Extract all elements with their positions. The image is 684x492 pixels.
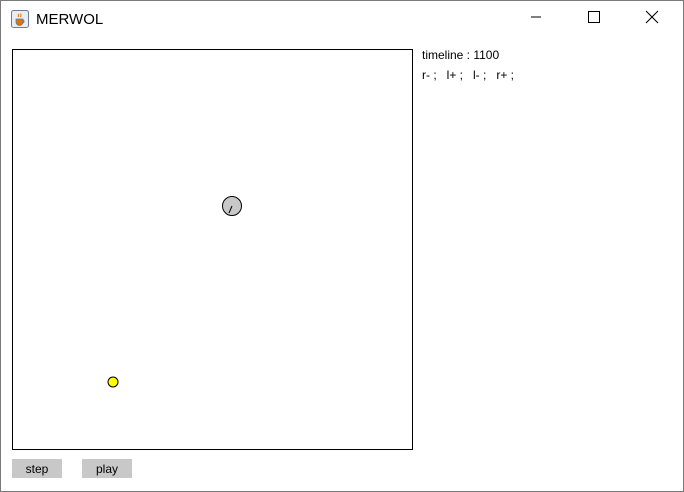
simulation-svg	[107, 196, 242, 388]
simulation-canvas[interactable]	[12, 49, 413, 450]
maximize-button[interactable]	[565, 1, 623, 37]
food-pellet	[107, 376, 119, 388]
play-button[interactable]: play	[82, 459, 132, 478]
minimize-button[interactable]	[507, 1, 565, 37]
close-button[interactable]	[623, 1, 681, 37]
close-icon	[645, 10, 659, 29]
application-window: MERWOL timeline : 1100 r- ; l+ ; l- ; r+…	[0, 0, 684, 492]
minimize-icon	[530, 10, 542, 28]
timeline-label: timeline : 1100	[422, 48, 500, 62]
title-bar[interactable]: MERWOL	[1, 1, 683, 37]
step-button[interactable]: step	[12, 459, 62, 478]
agent	[222, 196, 242, 216]
window-title: MERWOL	[36, 11, 104, 28]
java-cup-icon	[11, 10, 29, 28]
maximize-icon	[588, 10, 600, 28]
key-state-label: r- ; l+ ; l- ; r+ ;	[422, 68, 515, 82]
